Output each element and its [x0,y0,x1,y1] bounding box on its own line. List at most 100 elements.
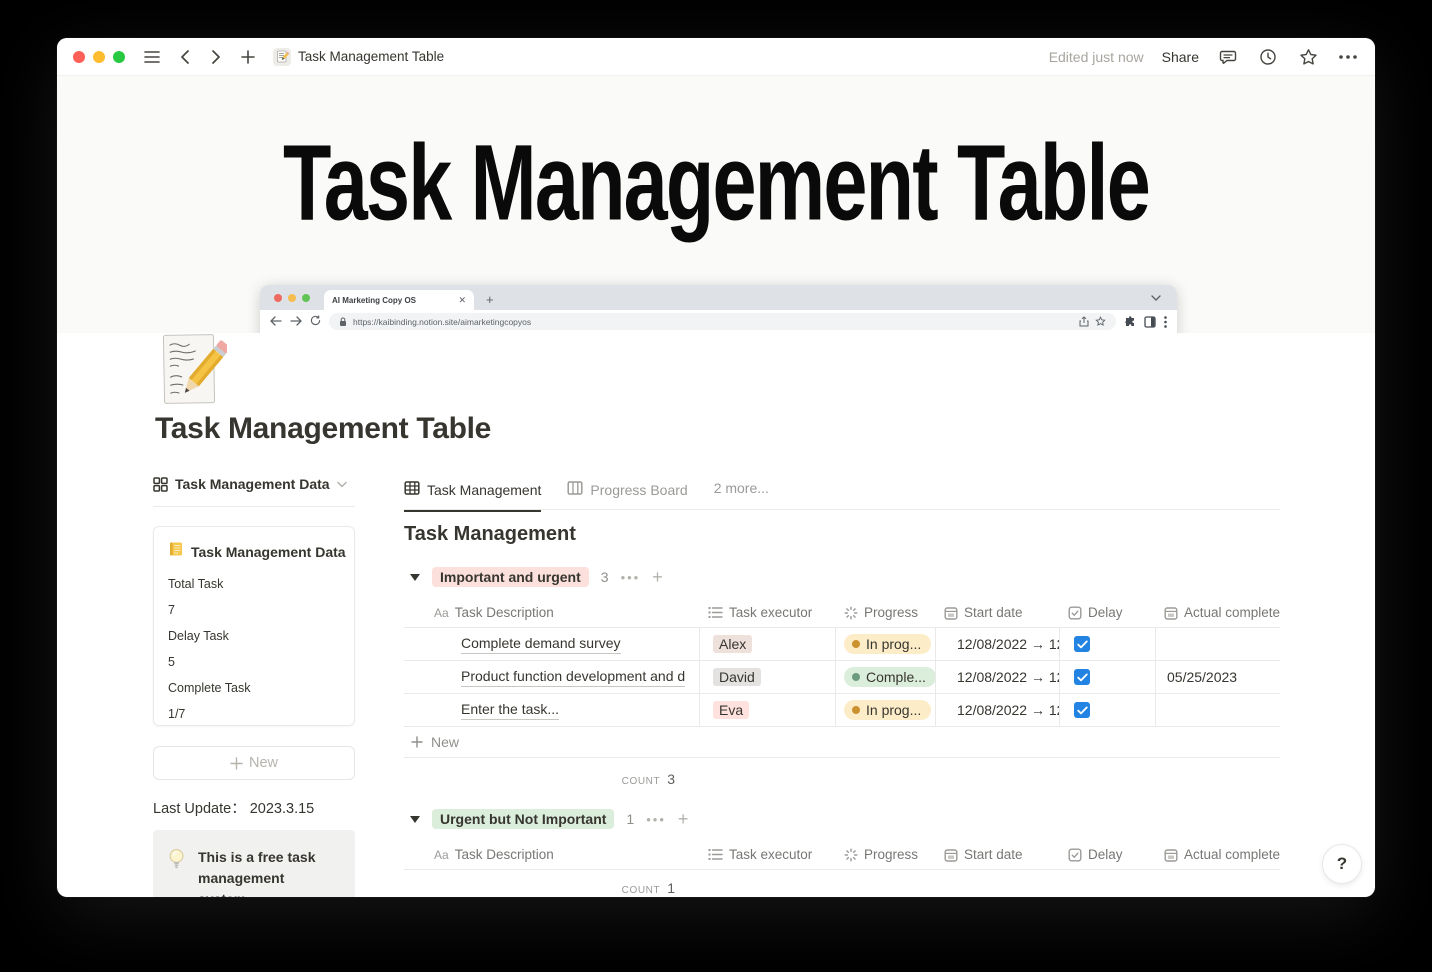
executor-cell[interactable]: Alex [700,628,836,660]
task-title-cell[interactable]: Product function development and d [404,661,700,693]
minimize-window-button[interactable] [93,50,105,63]
executor-cell[interactable]: David [700,661,836,693]
progress-pill: Comple... [844,667,935,687]
progress-cell[interactable]: Comple... [836,661,936,693]
table-header-row: Aa Task Description Task executor Progre… [404,598,1280,628]
checked-checkbox[interactable] [1074,669,1090,685]
column-progress[interactable]: Progress [836,598,936,627]
status-dot [852,706,860,714]
count-label[interactable]: COUNT [622,885,661,896]
breadcrumb[interactable]: Task Management Table [273,47,444,66]
column-task-executor[interactable]: Task executor [700,840,836,869]
checked-checkbox[interactable] [1074,702,1090,718]
executor-tag: David [713,668,761,686]
group-badge[interactable]: Urgent but Not Important [432,809,615,829]
stats-card[interactable]: Task Management Data Total Task 7 Delay … [153,526,355,726]
progress-cell[interactable]: In prog... [836,628,936,660]
progress-cell[interactable]: In prog... [836,694,936,726]
group-options-icon[interactable]: ••• [621,570,641,585]
task-title-link[interactable]: Product function development and d [461,667,686,687]
calendar-icon [944,848,958,862]
list-property-icon [708,848,723,861]
browser-zoom-icon [302,294,310,302]
browser-extensions-icon [1124,315,1136,328]
count-label[interactable]: COUNT [622,776,661,787]
column-actual-complete[interactable]: Actual complete [1156,840,1280,869]
back-button[interactable] [173,46,195,68]
zoom-window-button[interactable] [113,50,125,63]
calendar-icon [1164,606,1178,620]
calendar-icon [944,606,958,620]
task-title-link[interactable]: Enter the task... [461,700,560,720]
traffic-lights [73,50,125,63]
tab-task-management[interactable]: Task Management [404,473,542,512]
close-window-button[interactable] [73,50,85,63]
column-delay[interactable]: Delay [1060,598,1156,627]
browser-minimize-icon [288,294,296,302]
delay-cell[interactable] [1060,628,1156,660]
stat-value: 5 [168,655,175,669]
share-button[interactable]: Share [1162,49,1199,65]
column-task-executor[interactable]: Task executor [700,598,836,627]
browser-back-icon [270,315,282,328]
task-title-cell[interactable]: Complete demand survey [404,628,700,660]
sidebar-toggle-icon[interactable] [141,46,163,68]
count-value: 3 [667,771,675,787]
task-title-cell[interactable]: Enter the task... [404,694,700,726]
column-delay[interactable]: Delay [1060,840,1156,869]
new-tab-button[interactable] [237,46,259,68]
task-title-link[interactable]: Complete demand survey [461,634,621,654]
sidebar-column: Task Management Data Task Management Dat… [153,473,355,897]
help-button[interactable]: ? [1322,844,1362,884]
browser-tab: AI Marketing Copy OS ✕ [324,290,474,310]
more-options-icon[interactable] [1337,46,1359,68]
delay-cell[interactable] [1060,694,1156,726]
date-range: 12/08/2022 → 12 [957,702,1060,718]
history-clock-icon[interactable] [1257,46,1279,68]
column-progress[interactable]: Progress [836,840,936,869]
column-label: Delay [1088,605,1123,620]
column-label: Actual complete [1184,847,1280,862]
group-header-important-urgent: Important and urgent 3 ••• + [404,567,1280,587]
actual-complete-cell[interactable] [1156,694,1280,726]
executor-cell[interactable]: Eva [700,694,836,726]
start-date-cell[interactable]: 12/08/2022 → 12 [936,628,1060,660]
checked-checkbox[interactable] [1074,636,1090,652]
count-value: 1 [667,880,675,896]
column-task-description[interactable]: Aa Task Description [404,840,700,869]
group-options-icon[interactable]: ••• [646,812,666,827]
column-actual-complete[interactable]: Actual complete [1156,598,1280,627]
comments-icon[interactable] [1217,46,1239,68]
forward-button[interactable] [205,46,227,68]
sidebar-new-button[interactable]: New [153,746,355,780]
plus-icon [411,736,423,748]
tab-progress-board[interactable]: Progress Board [567,473,688,510]
actual-complete-cell[interactable] [1156,628,1280,660]
group-add-icon[interactable]: + [678,810,689,828]
column-label: Task Description [454,847,554,862]
collapse-triangle-icon[interactable] [410,573,420,581]
browser-toolbar: https://kaibinding.notion.site/aimarketi… [260,310,1177,333]
start-date-cell[interactable]: 12/08/2022 → 12 [936,694,1060,726]
page-memo-icon[interactable] [161,330,231,408]
favorite-star-icon[interactable] [1297,46,1319,68]
callout-block: This is a free task management system. [153,830,355,897]
group-badge[interactable]: Important and urgent [432,567,589,587]
page-cover[interactable]: Task Management Table AI Marketing Copy … [57,76,1375,333]
group-add-icon[interactable]: + [652,568,663,586]
browser-close-icon [274,294,282,302]
add-task-row[interactable]: New [404,727,1280,758]
browser-address-bar: https://kaibinding.notion.site/aimarketi… [329,313,1116,330]
delay-cell[interactable] [1060,661,1156,693]
linked-view-selector[interactable]: Task Management Data [153,473,355,495]
progress-pill: In prog... [844,700,932,720]
column-task-description[interactable]: Aa Task Description [404,598,700,627]
table-row: Product function development and d David… [404,661,1280,694]
collapse-triangle-icon[interactable] [410,815,420,823]
executor-tag: Alex [713,635,753,653]
actual-complete-cell[interactable]: 05/25/2023 [1156,661,1280,693]
column-start-date[interactable]: Start date [936,598,1060,627]
more-views-link[interactable]: 2 more... [714,473,769,496]
column-start-date[interactable]: Start date [936,840,1060,869]
start-date-cell[interactable]: 12/08/2022 → 12 [936,661,1060,693]
